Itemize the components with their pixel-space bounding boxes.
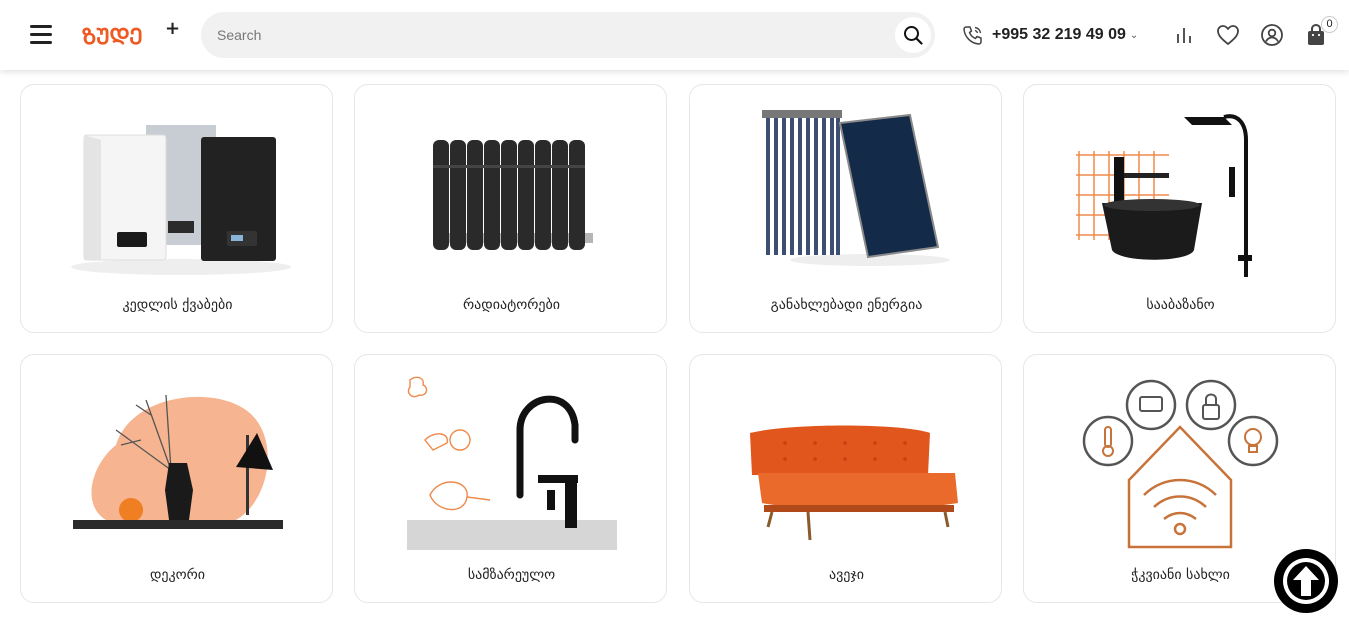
kitchen-image [407, 376, 617, 550]
category-card-bathroom[interactable]: სააბაზანო [1023, 84, 1336, 333]
svg-text:ᲖᲣᲓᲔ: ᲖᲣᲓᲔ [82, 25, 143, 50]
compare-icon[interactable] [1171, 22, 1197, 48]
chevron-down-icon: ⌄ [1129, 29, 1139, 41]
hamburger-icon[interactable] [30, 25, 54, 45]
category-card-wall-boilers[interactable]: კედლის ქვაბები [20, 84, 333, 333]
category-card-renewable-energy[interactable]: განახლებადი ენერგია [689, 84, 1002, 333]
wall-boilers-image [71, 125, 291, 275]
category-grid: კედლის ქვაბები რადიატორები განახლებადი ე… [0, 0, 1349, 633]
arrow-up-icon [1283, 558, 1329, 604]
smart-home-image [1082, 379, 1279, 549]
category-card-kitchen[interactable]: სამზარეულო [354, 354, 667, 603]
search-button[interactable] [895, 17, 931, 53]
category-card-radiators[interactable]: რადიატორები [354, 84, 667, 333]
bathroom-image [1076, 114, 1252, 277]
phone-number: +995 32 219 49 09 [992, 26, 1126, 43]
user-icon[interactable] [1259, 22, 1285, 48]
category-label: განახლებადი ენერგია [770, 297, 923, 313]
category-card-decor[interactable]: დეკორი [20, 354, 333, 603]
phone-icon [963, 26, 982, 45]
svg-text:+: + [165, 18, 180, 39]
category-label: რადიატორები [463, 297, 560, 313]
site-header: ᲖᲣᲓᲔ + +995 32 219 49 09 ⌄ [0, 0, 1349, 70]
category-label: კედლის ქვაბები [122, 297, 233, 313]
category-label: ავეჯი [829, 567, 864, 583]
heart-icon[interactable] [1215, 22, 1241, 48]
logo[interactable]: ᲖᲣᲓᲔ + [82, 18, 182, 52]
category-label: დეკორი [149, 567, 206, 583]
cart-count-badge: 0 [1321, 16, 1338, 33]
radiator-image [433, 140, 593, 250]
solar-panels-image [762, 110, 950, 266]
phone-dropdown[interactable]: +995 32 219 49 09 ⌄ [962, 22, 1138, 48]
search-icon [904, 26, 923, 45]
sofa-image [750, 425, 958, 541]
category-label: სააბაზანო [1146, 297, 1215, 313]
category-card-furniture[interactable]: ავეჯი [689, 354, 1002, 603]
category-label: სამზარეულო [467, 567, 556, 583]
decor-image [73, 394, 283, 529]
search-input[interactable] [217, 12, 877, 58]
scroll-to-top-button[interactable] [1274, 549, 1338, 613]
search-bar [201, 12, 935, 58]
